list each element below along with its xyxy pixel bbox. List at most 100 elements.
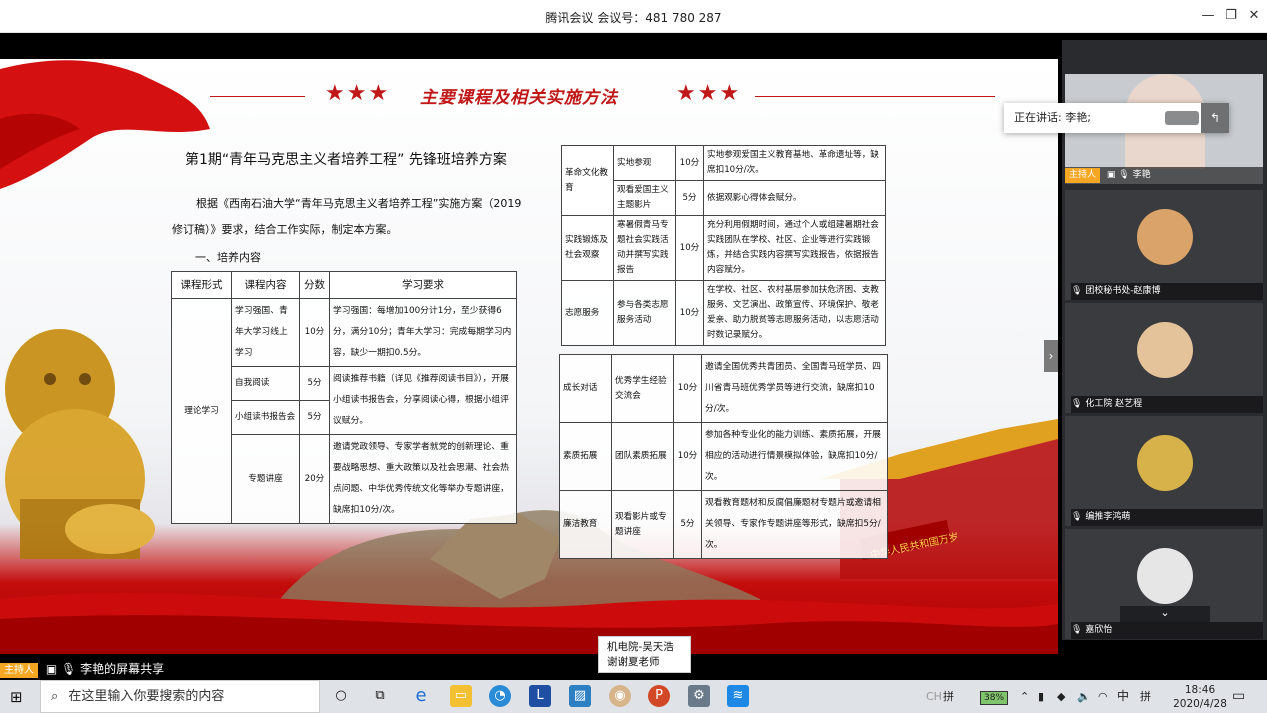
title-line-left xyxy=(210,96,305,97)
edge-icon[interactable]: e xyxy=(410,685,432,707)
table-cell: 革命文化教育 xyxy=(561,145,614,216)
chevron-right-icon[interactable]: › xyxy=(1044,340,1058,372)
wifi-icon[interactable]: ◠ xyxy=(1098,680,1108,713)
taskbar-search[interactable]: ⌕ 在这里输入你要搜索的内容 xyxy=(40,680,320,713)
cortana-icon[interactable]: ○ xyxy=(330,685,352,707)
app-l-icon[interactable]: L xyxy=(529,685,551,707)
table-row: 实践锻炼及社会观察 寒暑假青马专题社会实践活动并撰写实践报告 10分 充分利用假… xyxy=(561,215,886,281)
participant-name: 🎙 嘉欣怡 xyxy=(1071,622,1263,639)
tencent-meeting-icon[interactable]: ≋ xyxy=(727,685,749,707)
participant-name-text: 化工院 赵艺程 xyxy=(1085,399,1143,409)
table-cell: 素质拓展 xyxy=(559,422,612,491)
notification-icon[interactable]: ▭ xyxy=(1232,680,1245,713)
table-cell: 10分 xyxy=(675,145,704,181)
avatar-app-icon[interactable]: ◉ xyxy=(609,685,631,707)
title-stars-left: ★★★ xyxy=(325,81,391,106)
participant-name-text: 李艳 xyxy=(1132,170,1151,180)
table-cell: 专题讲座 xyxy=(231,434,300,524)
chevron-up-icon[interactable]: ⌃ xyxy=(1020,680,1029,713)
file-explorer-icon[interactable]: ▭ xyxy=(450,685,472,707)
volume-icon[interactable]: 🔈 xyxy=(1077,680,1091,713)
screen-share-icon: ▣ xyxy=(45,662,58,676)
slide-title: 主要课程及相关实施方法 xyxy=(420,88,618,108)
curriculum-table-right-top: 革命文化教育 实地参观 10分 实地参观爱国主义教育基地、革命遗址等，缺席扣10… xyxy=(561,145,886,346)
table-cell: 寒暑假青马专题社会实践活动并撰写实践报告 xyxy=(613,215,676,281)
tools-icon[interactable]: ⚙ xyxy=(688,685,710,707)
table-cell: 10分 xyxy=(299,298,330,367)
view-toggle-icon[interactable] xyxy=(1165,111,1199,125)
table-cell: 实地参观 xyxy=(613,145,676,181)
participant-tile[interactable]: 🎙 化工院 赵艺程 xyxy=(1065,303,1263,413)
clock-date: 2020/4/28 xyxy=(1173,698,1227,710)
table-cell: 实践锻炼及社会观察 xyxy=(561,215,614,281)
participant-name-text: 编推李鸿萌 xyxy=(1085,512,1131,522)
participant-tile[interactable]: 🎙 团校秘书处-赵康博 xyxy=(1065,190,1263,300)
minimize-icon[interactable]: — xyxy=(1198,7,1218,25)
table-cell: 志愿服务 xyxy=(561,280,614,346)
screen: 腾讯会议 会议号：481 780 287 — ❐ ✕ 中华人民共和国万岁 ★★★… xyxy=(0,0,1267,713)
table-row: 革命文化教育 实地参观 10分 实地参观爱国主义教育基地、革命遗址等，缺席扣10… xyxy=(561,145,886,216)
collapse-icon[interactable]: ↰ xyxy=(1201,103,1229,133)
chat-sender: 机电院-吴天浩 xyxy=(607,641,674,653)
powerpoint-icon[interactable]: P xyxy=(648,685,670,707)
table-cell: 参加各种专业化的能力训练、素质拓展，开展相应的活动进行情景模拟体验，缺席扣10分… xyxy=(701,422,888,491)
task-view-icon[interactable]: ⧉ xyxy=(369,685,391,707)
mic-icon: 🎙 xyxy=(1118,170,1130,180)
table-cell: 参与各类志愿服务活动 xyxy=(613,280,676,346)
table-cell: 阅读推荐书籍（详见《推荐阅读书目》），开展小组读书报告会，分享阅读心得，根据小组… xyxy=(329,366,517,435)
table-cell: 10分 xyxy=(673,354,702,423)
participant-tile[interactable]: 🎙 编推李鸿萌 xyxy=(1065,416,1263,526)
participant-name: 主持人 ▣ 🎙 李艳 xyxy=(1065,167,1263,184)
avatar xyxy=(1137,209,1193,265)
search-placeholder: 在这里输入你要搜索的内容 xyxy=(68,689,225,704)
share-text: 李艳的屏幕共享 xyxy=(80,662,165,676)
restore-icon[interactable]: ❐ xyxy=(1221,7,1241,25)
app-tray-icon[interactable]: ◆ xyxy=(1057,680,1065,713)
host-badge: 主持人 xyxy=(1065,168,1101,183)
mic-icon: 🎙 xyxy=(61,662,77,676)
chevron-down-icon[interactable]: ⌄ xyxy=(1120,606,1210,622)
table-row: 成长对话 优秀学生经验交流会 10分 邀请全国优秀共青团员、全国青马班学员、四川… xyxy=(559,354,888,423)
chat-popup[interactable]: 机电院-吴天浩 谢谢夏老师 xyxy=(598,636,691,673)
doc-heading: 第1期“青年马克思主义者培养工程” 先锋班培养方案 xyxy=(185,152,507,168)
table-header: 分数 xyxy=(299,271,330,299)
usb-icon[interactable]: ▮ xyxy=(1038,680,1044,713)
table-cell: 自我阅读 xyxy=(231,366,300,401)
table-cell: 理论学习 xyxy=(171,298,232,524)
clock-time: 18:46 xyxy=(1184,684,1216,696)
participant-tile[interactable]: ⌄ 🎙 嘉欣怡 xyxy=(1065,529,1263,639)
share-status-bar: 主持人 ▣ 🎙 李艳的屏幕共享 xyxy=(0,659,300,679)
clock[interactable]: 18:46 2020/4/28 xyxy=(1170,683,1230,711)
photos-icon[interactable]: ▨ xyxy=(569,685,591,707)
ime-lang[interactable]: CH xyxy=(926,680,942,713)
mic-muted-icon: 🎙 xyxy=(1071,286,1083,296)
table-cell: 邀请党政领导、专家学者就党的创新理论、重要战略思想、重大政策以及社会思潮、社会热… xyxy=(329,434,517,524)
table-cell: 20分 xyxy=(299,434,330,524)
input-method[interactable]: 中 xyxy=(1117,680,1129,713)
table-cell: 小组读书报告会 xyxy=(231,400,300,435)
table-cell: 在学校、社区、农村基层参加扶危济困、支教服务、文艺演出、政策宣传、环境保护、敬老… xyxy=(703,280,886,346)
participant-name: 🎙 团校秘书处-赵康博 xyxy=(1071,283,1263,300)
curriculum-table-right-bottom: 成长对话 优秀学生经验交流会 10分 邀请全国优秀共青团员、全国青马班学员、四川… xyxy=(559,354,888,559)
table-cell: 实地参观爱国主义教育基地、革命遗址等，缺席扣10分/次。 xyxy=(703,145,886,181)
table-cell: 充分利用假期时间，通过个人或组建暑期社会实践团队在学校、社区、企业等进行实践锻炼… xyxy=(703,215,886,281)
close-icon[interactable]: ✕ xyxy=(1244,7,1264,25)
table-cell: 观看爱国主义主题影片 xyxy=(613,180,676,216)
table-cell: 优秀学生经验交流会 xyxy=(611,354,674,423)
table-row: 志愿服务 参与各类志愿服务活动 10分 在学校、社区、农村基层参加扶危济困、支教… xyxy=(561,280,886,346)
ime-grid-2[interactable]: 拼 xyxy=(1140,680,1151,713)
search-icon: ⌕ xyxy=(51,689,59,704)
title-bar: 腾讯会议 会议号：481 780 287 — ❐ ✕ xyxy=(0,0,1267,33)
table-cell: 5分 xyxy=(675,180,704,216)
window-title: 腾讯会议 会议号：481 780 287 xyxy=(545,11,722,25)
title-stars-right: ★★★ xyxy=(676,81,742,106)
table-cell: 观看教育题材和反腐倡廉题材专题片或邀请相关领导、专家作专题讲座等形式，缺席扣5分… xyxy=(701,490,888,559)
table-row: 素质拓展 团队素质拓展 10分 参加各种专业化的能力训练、素质拓展，开展相应的活… xyxy=(559,422,888,491)
battery-indicator[interactable]: 38% xyxy=(980,680,1009,713)
table-row: 廉洁教育 观看影片或专题讲座 5分 观看教育题材和反腐倡廉题材专题片或邀请相关领… xyxy=(559,490,888,559)
table-header: 学习要求 xyxy=(329,271,517,299)
windows-start-icon[interactable]: ⊞ xyxy=(10,688,23,706)
clock-app-icon[interactable]: ◔ xyxy=(489,685,511,707)
avatar xyxy=(1137,548,1193,604)
ime-grid[interactable]: 拼 xyxy=(943,680,954,713)
